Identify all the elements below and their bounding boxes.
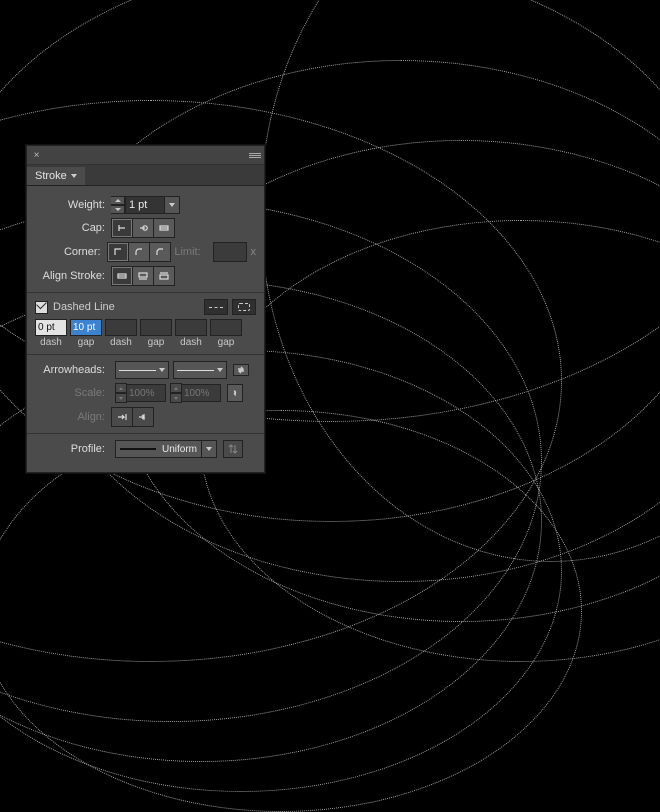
- tab-stroke[interactable]: Stroke: [27, 167, 85, 185]
- profile-dropdown[interactable]: Uniform: [115, 440, 202, 458]
- stroke-panel: × Stroke Weight: Cap: Corner:: [26, 145, 265, 473]
- cap-butt-icon[interactable]: [111, 218, 133, 238]
- cap-projecting-icon[interactable]: [153, 218, 175, 238]
- dashed-line-label: Dashed Line: [53, 301, 115, 313]
- dash2-input[interactable]: [105, 319, 137, 336]
- gap-label: gap: [70, 337, 102, 348]
- align-outside-icon[interactable]: [153, 266, 175, 286]
- profile-flip-icon[interactable]: [223, 440, 243, 458]
- align-stroke-label: Align Stroke:: [35, 270, 111, 282]
- align-arrow-label: Align:: [35, 411, 111, 423]
- gap1-input[interactable]: [70, 319, 102, 336]
- arrowheads-label: Arrowheads:: [35, 364, 111, 376]
- weight-label: Weight:: [35, 199, 111, 211]
- align-inside-icon[interactable]: [132, 266, 154, 286]
- limit-label: Limit:: [171, 246, 207, 258]
- arrow-align-tip-icon[interactable]: [132, 407, 154, 427]
- corner-miter-icon[interactable]: [107, 242, 129, 262]
- cap-round-icon[interactable]: [132, 218, 154, 238]
- weight-input[interactable]: [125, 196, 165, 214]
- dashed-line-checkbox[interactable]: [35, 301, 48, 314]
- dash3-input[interactable]: [175, 319, 207, 336]
- cap-label: Cap:: [35, 222, 111, 234]
- scale-end-input[interactable]: [182, 384, 221, 402]
- scale-start-input[interactable]: [127, 384, 166, 402]
- profile-label: Profile:: [35, 443, 111, 455]
- corner-round-icon[interactable]: [128, 242, 150, 262]
- dash-gap-values: [35, 319, 256, 336]
- panel-titlebar[interactable]: ×: [27, 146, 264, 165]
- profile-value: Uniform: [162, 444, 197, 455]
- corner-bevel-icon[interactable]: [149, 242, 171, 262]
- corner-label: Corner:: [35, 246, 107, 258]
- gap2-input[interactable]: [140, 319, 172, 336]
- panel-menu-icon[interactable]: [249, 149, 261, 161]
- scale-label: Scale:: [35, 387, 111, 399]
- weight-stepper[interactable]: [111, 196, 165, 214]
- scale-link-icon[interactable]: [227, 384, 243, 402]
- arrowhead-swap-icon[interactable]: [233, 364, 249, 376]
- weight-dropdown-caret[interactable]: [165, 196, 180, 214]
- arrowhead-start-dropdown[interactable]: [115, 361, 169, 379]
- dash-align-corners-icon[interactable]: [232, 299, 256, 315]
- arrowhead-end-dropdown[interactable]: [173, 361, 227, 379]
- dash-preserve-exact-icon[interactable]: [204, 299, 228, 315]
- scale-start[interactable]: [115, 383, 166, 403]
- dash-label: dash: [35, 337, 67, 348]
- limit-x: x: [251, 246, 257, 258]
- arrow-align-extend-icon[interactable]: [111, 407, 133, 427]
- dash1-input[interactable]: [35, 319, 67, 336]
- dash-label: dash: [105, 337, 137, 348]
- limit-input[interactable]: [213, 242, 247, 262]
- gap-label: gap: [210, 337, 242, 348]
- dash-label: dash: [175, 337, 207, 348]
- gap-label: gap: [140, 337, 172, 348]
- align-center-icon[interactable]: [111, 266, 133, 286]
- profile-dropdown-caret[interactable]: [202, 440, 217, 458]
- close-icon[interactable]: ×: [31, 150, 42, 161]
- gap3-input[interactable]: [210, 319, 242, 336]
- panel-tabrow: Stroke: [27, 165, 264, 186]
- scale-end[interactable]: [170, 383, 221, 403]
